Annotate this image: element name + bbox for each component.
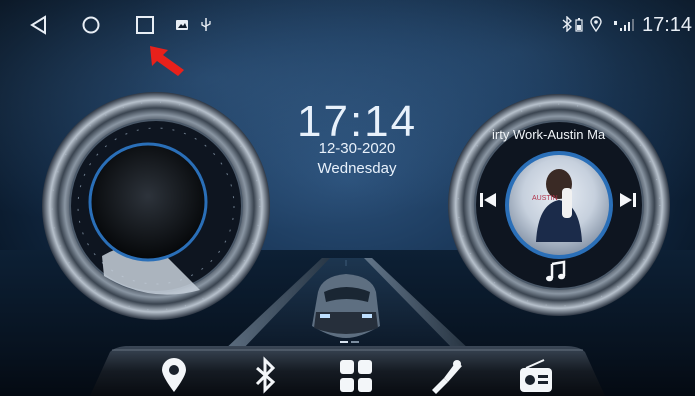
status-bar: 17:14 bbox=[0, 0, 695, 52]
recent-apps-icon[interactable] bbox=[134, 14, 156, 36]
home-icon[interactable] bbox=[80, 14, 102, 36]
location-icon bbox=[590, 16, 602, 32]
svg-text:AUSTIN: AUSTIN bbox=[532, 195, 558, 202]
battery-icon bbox=[575, 18, 583, 32]
apps-grid-icon[interactable] bbox=[336, 356, 376, 396]
bluetooth-icon[interactable] bbox=[245, 356, 285, 396]
clock-date: 12-30-2020 bbox=[318, 140, 396, 157]
image-icon bbox=[176, 20, 188, 30]
location-icon[interactable] bbox=[154, 356, 194, 396]
pointer-arrow bbox=[150, 46, 184, 76]
track-title: irty Work-Austin Ma bbox=[492, 127, 606, 142]
status-time: 17:14 bbox=[642, 14, 693, 36]
clock-day: Wednesday bbox=[317, 160, 397, 177]
music-note-icon[interactable] bbox=[544, 260, 568, 284]
bluetooth-icon bbox=[562, 16, 572, 32]
home-screen: AUSTIN irty Work-Austin Ma 17:14 12-30-2… bbox=[0, 0, 695, 396]
back-icon[interactable] bbox=[28, 14, 50, 36]
signal-icon bbox=[614, 19, 634, 31]
settings-tools-icon[interactable] bbox=[426, 356, 466, 396]
previous-icon[interactable] bbox=[478, 190, 498, 210]
radio-icon[interactable] bbox=[516, 356, 556, 396]
next-icon[interactable] bbox=[618, 190, 638, 210]
left-dial[interactable] bbox=[40, 90, 272, 322]
clock-time: 17:14 bbox=[297, 97, 418, 146]
usb-icon bbox=[201, 18, 211, 31]
